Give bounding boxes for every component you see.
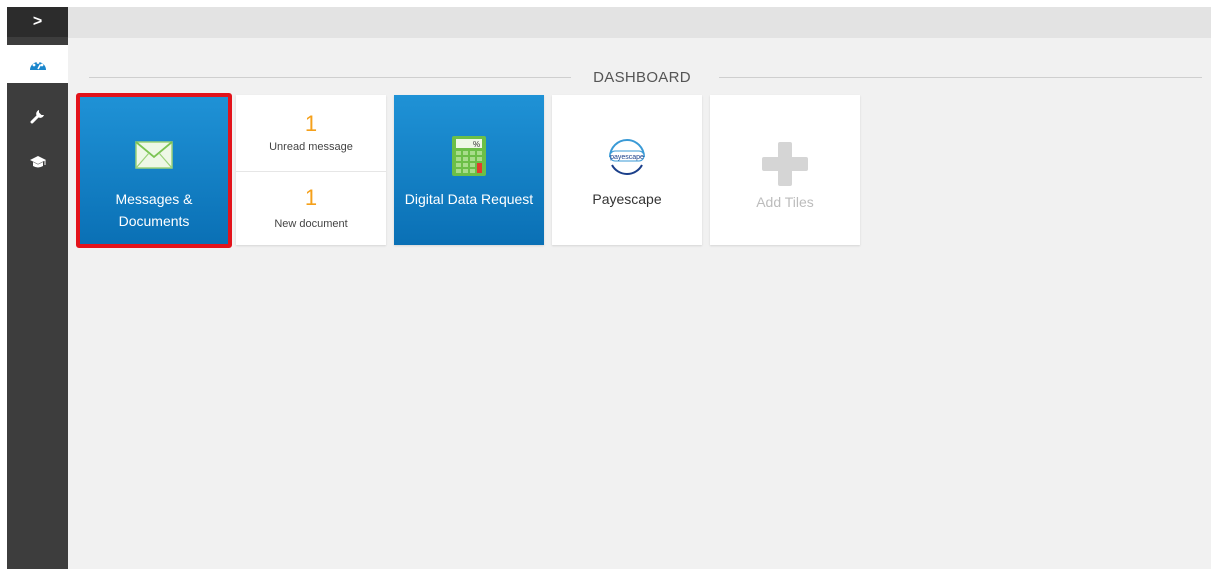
new-documents-cell[interactable]: 1 New document [236,172,386,245]
messages-tile-label-line2: Documents [118,213,190,229]
sidebar-item-dashboard[interactable] [7,45,68,83]
new-document-label: New document [274,218,348,230]
payescape-tile[interactable]: payescape Payescape [552,95,702,245]
digital-data-request-tile[interactable]: % Digital Data Request [394,95,544,245]
svg-text:%: % [473,140,480,149]
sidebar: > [7,7,68,569]
new-document-count: 1 [304,185,318,210]
unread-message-count: 1 [304,111,318,136]
header-rule-left [89,77,571,78]
dashboard-gauge-icon [28,56,48,72]
sidebar-item-training[interactable] [7,143,68,181]
chevron-right-icon: > [32,13,43,30]
page-title: DASHBOARD [593,69,691,86]
payescape-logo-text: payescape [610,154,644,161]
plus-icon [760,140,810,193]
sidebar-expand-button[interactable]: > [7,7,68,37]
message-counts-tile: 1 Unread message 1 New document [236,95,386,245]
graduation-cap-icon [29,155,47,169]
add-tiles-label: Add Tiles [756,194,814,210]
header-rule-right [719,77,1202,78]
sidebar-item-tools[interactable] [7,97,68,135]
unread-message-label: Unread message [269,141,353,153]
payescape-logo: payescape [604,135,650,184]
digital-data-request-label: Digital Data Request [404,191,534,207]
wrench-icon [30,108,46,124]
messages-documents-tile[interactable]: Messages & Documents [80,97,228,244]
calculator-icon: % [451,135,487,182]
messages-tile-label-line1: Messages & [115,191,193,207]
envelope-icon [135,141,173,174]
add-tiles-tile[interactable]: Add Tiles [710,95,860,245]
unread-messages-cell[interactable]: 1 Unread message [236,95,386,171]
app-window: > DASHBOARD Messages & Documents 1 Unrea… [7,7,1211,569]
top-bar [68,7,1211,38]
payescape-label: Payescape [592,191,662,207]
